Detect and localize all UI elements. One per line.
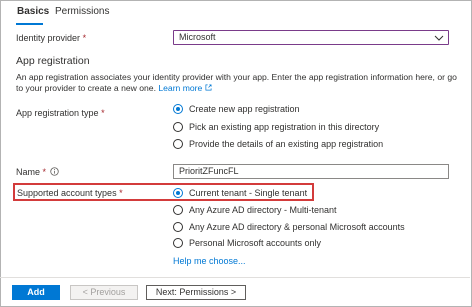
previous-button[interactable]: < Previous bbox=[70, 285, 138, 300]
radio-label: Any Azure AD directory & personal Micros… bbox=[189, 222, 405, 232]
radio-pick-existing[interactable]: Pick an existing app registration in thi… bbox=[173, 121, 379, 133]
radio-button[interactable] bbox=[173, 122, 183, 132]
identity-provider-label-text: Identity provider bbox=[16, 33, 81, 43]
identity-provider-label: Identity provider * bbox=[16, 33, 86, 43]
external-link-icon bbox=[205, 84, 212, 91]
radio-single-tenant[interactable]: Current tenant - Single tenant bbox=[173, 187, 307, 199]
radio-button-checked[interactable] bbox=[173, 104, 183, 114]
radio-multi-tenant-personal[interactable]: Any Azure AD directory & personal Micros… bbox=[173, 221, 405, 233]
radio-button-checked[interactable] bbox=[173, 188, 183, 198]
app-registration-type-label: App registration type * bbox=[16, 108, 105, 118]
radio-multi-tenant[interactable]: Any Azure AD directory - Multi-tenant bbox=[173, 204, 337, 216]
active-tab-indicator bbox=[16, 23, 43, 25]
chevron-down-icon bbox=[434, 35, 444, 41]
radio-label: Pick an existing app registration in thi… bbox=[189, 122, 380, 132]
app-registration-description: An app registration associates your iden… bbox=[16, 72, 461, 94]
supported-account-types-label: Supported account types * bbox=[17, 188, 123, 198]
radio-provide-details[interactable]: Provide the details of an existing app r… bbox=[173, 138, 383, 150]
app-registration-type-text: App registration type bbox=[16, 108, 99, 118]
radio-personal-only[interactable]: Personal Microsoft accounts only bbox=[173, 237, 321, 249]
radio-button[interactable] bbox=[173, 222, 183, 232]
footer-divider bbox=[0, 277, 470, 278]
required-mark: * bbox=[101, 108, 105, 118]
radio-label: Current tenant - Single tenant bbox=[189, 188, 308, 198]
name-label-text: Name bbox=[16, 167, 41, 177]
radio-button[interactable] bbox=[173, 238, 183, 248]
radio-label: Personal Microsoft accounts only bbox=[189, 238, 322, 248]
radio-create-new[interactable]: Create new app registration bbox=[173, 103, 300, 115]
radio-button[interactable] bbox=[173, 205, 183, 215]
add-button[interactable]: Add bbox=[12, 285, 60, 300]
description-text: An app registration associates your iden… bbox=[16, 72, 457, 93]
name-input-value: PrioritZFuncFL bbox=[179, 166, 239, 176]
info-icon[interactable] bbox=[50, 167, 59, 176]
radio-label: Any Azure AD directory - Multi-tenant bbox=[189, 205, 337, 215]
required-mark: * bbox=[119, 188, 123, 198]
required-mark: * bbox=[82, 33, 87, 43]
identity-provider-value: Microsoft bbox=[179, 32, 216, 42]
required-mark: * bbox=[42, 167, 47, 177]
app-registration-heading: App registration bbox=[16, 55, 90, 67]
learn-more-text: Learn more bbox=[158, 83, 203, 93]
radio-button[interactable] bbox=[173, 139, 183, 149]
identity-provider-dropdown[interactable]: Microsoft bbox=[173, 30, 449, 45]
tab-permissions[interactable]: Permissions bbox=[55, 6, 109, 17]
supported-account-types-text: Supported account types bbox=[17, 188, 117, 198]
next-permissions-button[interactable]: Next: Permissions > bbox=[146, 285, 246, 300]
help-me-choose-link[interactable]: Help me choose... bbox=[173, 256, 246, 266]
name-input[interactable]: PrioritZFuncFL bbox=[173, 164, 449, 179]
radio-label: Provide the details of an existing app r… bbox=[189, 139, 384, 149]
learn-more-link[interactable]: Learn more bbox=[158, 83, 212, 93]
radio-label: Create new app registration bbox=[189, 104, 300, 114]
name-label: Name * bbox=[16, 167, 46, 177]
tab-basics[interactable]: Basics bbox=[17, 6, 49, 17]
